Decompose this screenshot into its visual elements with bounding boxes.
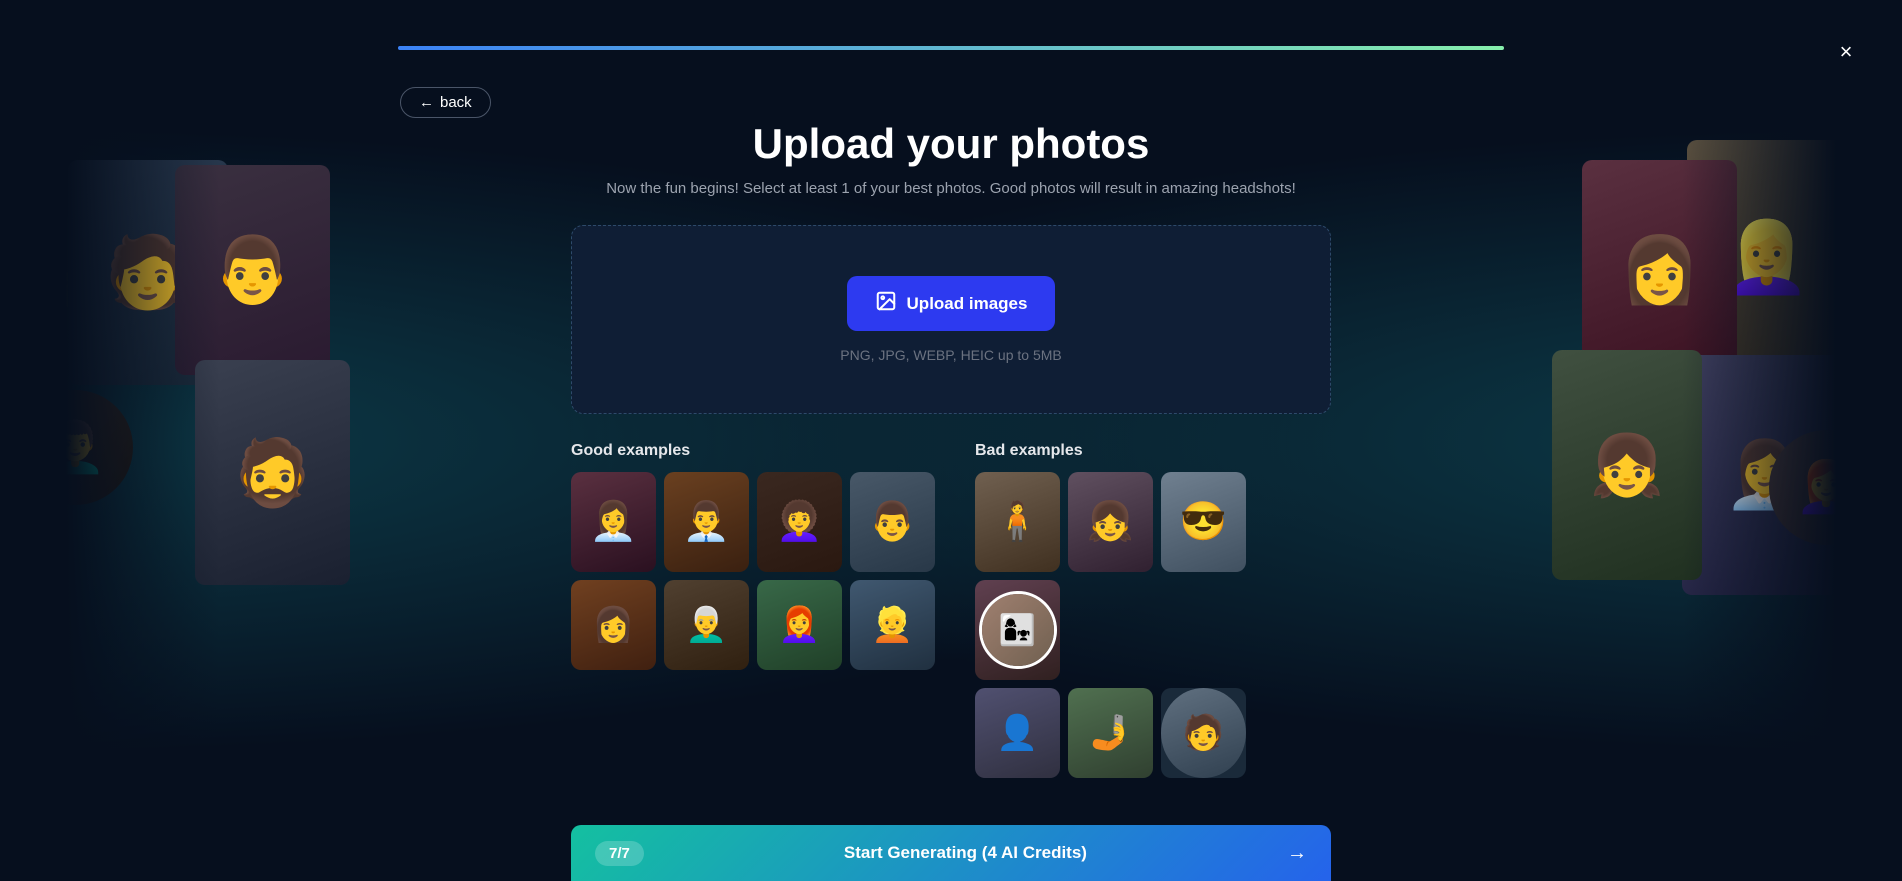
close-button[interactable]: × xyxy=(1830,36,1862,68)
good-examples-group: Good examples 👩‍💼 👨‍💼 👩‍🦱 xyxy=(571,442,935,778)
examples-section: Good examples 👩‍💼 👨‍💼 👩‍🦱 xyxy=(571,442,1331,778)
bad-example-1: 🧍 xyxy=(975,472,1060,572)
page-title: Upload your photos xyxy=(753,120,1150,168)
good-example-8: 👱 xyxy=(850,580,935,670)
good-examples-grid: 👩‍💼 👨‍💼 👩‍🦱 👨 xyxy=(571,472,935,572)
upload-hint: PNG, JPG, WEBP, HEIC up to 5MB xyxy=(840,347,1061,363)
good-example-1: 👩‍💼 xyxy=(571,472,656,572)
bad-example-3: 😎 xyxy=(1161,472,1246,572)
good-example-3: 👩‍🦱 xyxy=(757,472,842,572)
start-button-label: Start Generating (4 AI Credits) xyxy=(644,843,1287,863)
page-subtitle: Now the fun begins! Select at least 1 of… xyxy=(606,180,1296,197)
upload-icon xyxy=(875,290,897,317)
bad-examples-group: Bad examples 🧍 👧 😎 xyxy=(975,442,1331,778)
bad-example-2: 👧 xyxy=(1068,472,1153,572)
bad-example-4: 👩‍👧 xyxy=(975,580,1060,680)
back-label: back xyxy=(440,94,472,111)
bad-examples-row-2: 👤 🤳 🧑 xyxy=(975,688,1331,778)
bad-examples-title: Bad examples xyxy=(975,442,1331,460)
progress-bar xyxy=(398,46,1504,50)
good-example-6: 👨‍🦳 xyxy=(664,580,749,670)
start-arrow-icon: → xyxy=(1287,842,1307,865)
good-example-4: 👨 xyxy=(850,472,935,572)
good-example-5: 👩 xyxy=(571,580,656,670)
upload-images-button[interactable]: Upload images xyxy=(847,276,1056,331)
upload-button-label: Upload images xyxy=(907,294,1028,314)
bad-examples-grid: 🧍 👧 😎 👩‍👧 xyxy=(975,472,1331,680)
good-examples-title: Good examples xyxy=(571,442,935,460)
good-example-7: 👩‍🦰 xyxy=(757,580,842,670)
start-generating-button[interactable]: 7/7 Start Generating (4 AI Credits) → xyxy=(571,825,1331,881)
bad-example-5: 👤 xyxy=(975,688,1060,778)
good-examples-row-2: 👩 👨‍🦳 👩‍🦰 👱 xyxy=(571,580,935,670)
bad-example-6: 🤳 xyxy=(1068,688,1153,778)
back-arrow-icon: ← xyxy=(419,94,434,111)
main-content: Upload your photos Now the fun begins! S… xyxy=(0,0,1902,881)
back-button[interactable]: ← back xyxy=(400,87,491,118)
bad-example-7: 🧑 xyxy=(1161,688,1246,778)
counter-badge: 7/7 xyxy=(595,841,644,866)
good-example-2: 👨‍💼 xyxy=(664,472,749,572)
upload-zone: Upload images PNG, JPG, WEBP, HEIC up to… xyxy=(571,225,1331,414)
